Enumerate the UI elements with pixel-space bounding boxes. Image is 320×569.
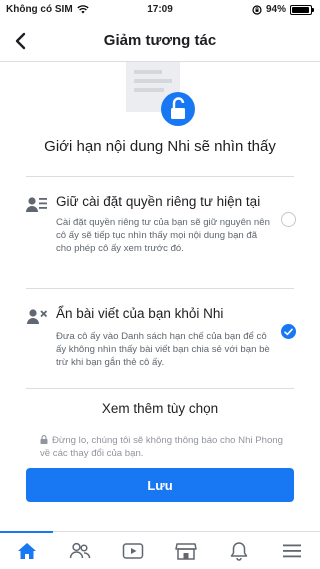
status-right: 94% (252, 4, 314, 15)
person-remove-icon (27, 309, 48, 324)
option-hide-posts[interactable]: Ẩn bài viết của bạn khỏi Nhi Đưa cô ấy v… (26, 306, 296, 376)
notice-text: Đừng lo, chúng tôi sẽ không thông báo ch… (40, 435, 283, 459)
check-icon (284, 328, 293, 335)
rotation-lock-icon (252, 4, 262, 15)
document-lock-icon (126, 62, 195, 126)
battery-icon (290, 4, 314, 15)
option-description: Đưa cô ấy vào Danh sách hạn chế của bạn … (56, 331, 270, 368)
tab-marketplace[interactable] (159, 532, 212, 569)
option-title: Giữ cài đặt quyền riêng tư hiện tại (56, 194, 261, 209)
battery-percent: 94% (265, 4, 286, 15)
tab-home[interactable] (0, 532, 53, 569)
radio-hide-posts[interactable] (281, 324, 296, 339)
watch-icon (122, 543, 143, 559)
restricted-illustration (120, 62, 200, 128)
tab-watch[interactable] (106, 532, 159, 569)
more-options-link[interactable]: Xem thêm tùy chọn (0, 401, 320, 416)
tab-menu[interactable] (265, 532, 318, 569)
page-title: Giảm tương tác (103, 32, 217, 49)
notifications-icon (230, 542, 247, 561)
home-icon (17, 543, 36, 559)
divider-bottom (26, 388, 294, 389)
marketplace-icon (174, 543, 197, 560)
option-keep-privacy[interactable]: Giữ cài đặt quyền riêng tư hiện tại Cài … (26, 194, 296, 274)
headline: Giới hạn nội dung Nhi sẽ nhìn thấy (44, 138, 276, 155)
status-bar: Không có SIM 17:09 94% (0, 0, 320, 20)
lock-icon (40, 435, 48, 444)
notice: Đừng lo, chúng tôi sẽ không thông báo ch… (40, 434, 290, 460)
tab-bar (0, 531, 320, 569)
menu-icon (282, 544, 301, 558)
person-list-icon (26, 197, 47, 212)
friends-icon (69, 542, 90, 559)
option-description: Cài đặt quyền riêng tư của bạn sẽ giữ ng… (56, 217, 270, 254)
nav-bar: Giảm tương tác (0, 20, 320, 62)
option-title: Ẩn bài viết của bạn khỏi Nhi (56, 306, 224, 321)
radio-keep-privacy[interactable] (281, 212, 296, 227)
divider-top (26, 176, 294, 177)
battery-fill (292, 6, 309, 13)
save-button[interactable]: Lưu (26, 468, 294, 502)
divider-middle (26, 288, 294, 289)
tab-notifications[interactable] (212, 532, 265, 569)
tab-friends[interactable] (53, 532, 106, 569)
